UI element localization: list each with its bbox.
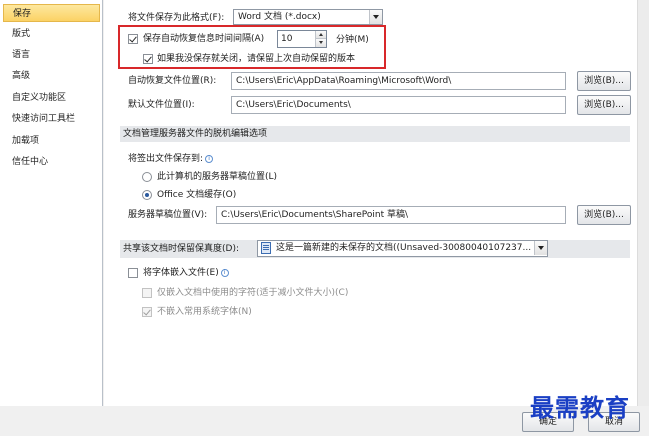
sidebar-item-add-ins[interactable]: 加载项 <box>3 132 100 150</box>
autorecover-minutes-value: 10 <box>281 34 293 44</box>
radio-server-drafts[interactable] <box>142 172 152 182</box>
sidebar-item-advanced[interactable]: 高级 <box>3 67 100 85</box>
sidebar-item-label: 版式 <box>12 29 31 39</box>
save-format-dropdown[interactable]: Word 文档 (*.docx) <box>233 9 383 25</box>
no-common-fonts-checkbox[interactable] <box>142 307 152 317</box>
info-icon: i <box>205 154 214 163</box>
browse-button-label: 浏览(B)... <box>584 100 624 110</box>
server-drafts-location-value: C:\Users\Eric\Documents\SharePoint 草稿\ <box>221 210 409 220</box>
office-cache-option-label: Office 文档缓存(O) <box>157 190 237 200</box>
autorecover-location-value: C:\Users\Eric\AppData\Roaming\Microsoft\… <box>236 76 452 86</box>
sidebar-item-quick-access-toolbar[interactable]: 快速访问工具栏 <box>3 110 100 128</box>
default-location-browse-button[interactable]: 浏览(B)... <box>577 95 631 115</box>
chevron-down-icon <box>369 10 382 24</box>
radio-office-cache[interactable] <box>142 190 152 200</box>
sidebar-item-label: 快速访问工具栏 <box>12 114 76 124</box>
embed-used-chars-checkbox[interactable] <box>142 288 152 298</box>
fidelity-document-dropdown[interactable]: 这是一篇新建的未保存的文档((Unsaved-30080040107237... <box>257 240 548 257</box>
server-drafts-location-field[interactable]: C:\Users\Eric\Documents\SharePoint 草稿\ <box>216 206 566 224</box>
sidebar-item-label: 信任中心 <box>12 157 49 167</box>
document-icon <box>261 242 271 254</box>
fidelity-document-value: 这是一篇新建的未保存的文档((Unsaved-30080040107237... <box>276 243 532 253</box>
options-sidebar: 保存 版式 语言 高级 自定义功能区 快速访问工具栏 加载项 信任中心 <box>0 0 103 406</box>
fidelity-header-text: 共享该文档时保留保真度(D): <box>123 244 239 254</box>
sidebar-item-customize-ribbon[interactable]: 自定义功能区 <box>3 89 100 107</box>
sidebar-item-label: 高级 <box>12 71 31 81</box>
offline-editing-header: 文档管理服务器文件的脱机编辑选项 <box>120 126 630 142</box>
save-format-label: 将文件保存为此格式(F): <box>128 13 225 23</box>
autorecover-location-field[interactable]: C:\Users\Eric\AppData\Roaming\Microsoft\… <box>231 72 566 90</box>
spin-down-icon[interactable] <box>315 39 326 47</box>
sidebar-item-language[interactable]: 语言 <box>3 46 100 64</box>
keep-last-version-label: 如果我没保存就关闭，请保留上次自动保留的版本 <box>157 54 356 64</box>
server-drafts-option-label: 此计算机的服务器草稿位置(L) <box>157 172 278 182</box>
sidebar-item-label: 语言 <box>12 50 31 60</box>
default-location-label: 默认文件位置(I): <box>128 100 195 110</box>
info-icon: i <box>220 268 229 277</box>
autorecover-browse-button[interactable]: 浏览(B)... <box>577 71 631 91</box>
browse-button-label: 浏览(B)... <box>584 76 624 86</box>
server-drafts-location-label: 服务器草稿位置(V): <box>128 210 208 220</box>
sidebar-item-trust-center[interactable]: 信任中心 <box>3 153 100 171</box>
save-format-value: Word 文档 (*.docx) <box>238 12 321 22</box>
embed-used-chars-label: 仅嵌入文档中使用的字符(适于减小文件大小)(C) <box>157 288 349 298</box>
autorecover-location-label: 自动恢复文件位置(R): <box>128 76 217 86</box>
no-common-fonts-label: 不嵌入常用系统字体(N) <box>157 307 252 317</box>
watermark-logo: 最需教育 <box>530 393 630 422</box>
default-location-field[interactable]: C:\Users\Eric\Documents\ <box>231 96 566 114</box>
save-checked-out-to-text: 将签出文件保存到: <box>128 154 204 164</box>
content-scrollbar[interactable] <box>637 0 649 406</box>
browse-button-label: 浏览(B)... <box>584 210 624 220</box>
spin-up-icon[interactable] <box>315 31 326 39</box>
sidebar-item-save[interactable]: 保存 <box>3 4 100 22</box>
server-drafts-browse-button[interactable]: 浏览(B)... <box>577 205 631 225</box>
chevron-down-icon <box>534 241 547 255</box>
keep-last-version-checkbox[interactable] <box>143 54 153 64</box>
sidebar-item-label: 自定义功能区 <box>12 93 67 103</box>
embed-fonts-label: 将字体嵌入文件(E) i <box>143 266 229 280</box>
save-checked-out-to-label: 将签出文件保存到: i <box>128 152 214 166</box>
minutes-label: 分钟(M) <box>336 35 369 45</box>
sidebar-item-label: 加载项 <box>12 136 40 146</box>
sidebar-item-label: 保存 <box>13 9 32 19</box>
autorecover-checkbox[interactable] <box>128 34 138 44</box>
autorecover-label: 保存自动恢复信息时间间隔(A) <box>143 34 265 44</box>
sidebar-item-layout[interactable]: 版式 <box>3 25 100 43</box>
default-location-value: C:\Users\Eric\Documents\ <box>236 100 351 110</box>
embed-fonts-checkbox[interactable] <box>128 268 138 278</box>
embed-fonts-text: 将字体嵌入文件(E) <box>143 268 219 278</box>
autorecover-minutes-spinner[interactable]: 10 <box>277 30 327 48</box>
